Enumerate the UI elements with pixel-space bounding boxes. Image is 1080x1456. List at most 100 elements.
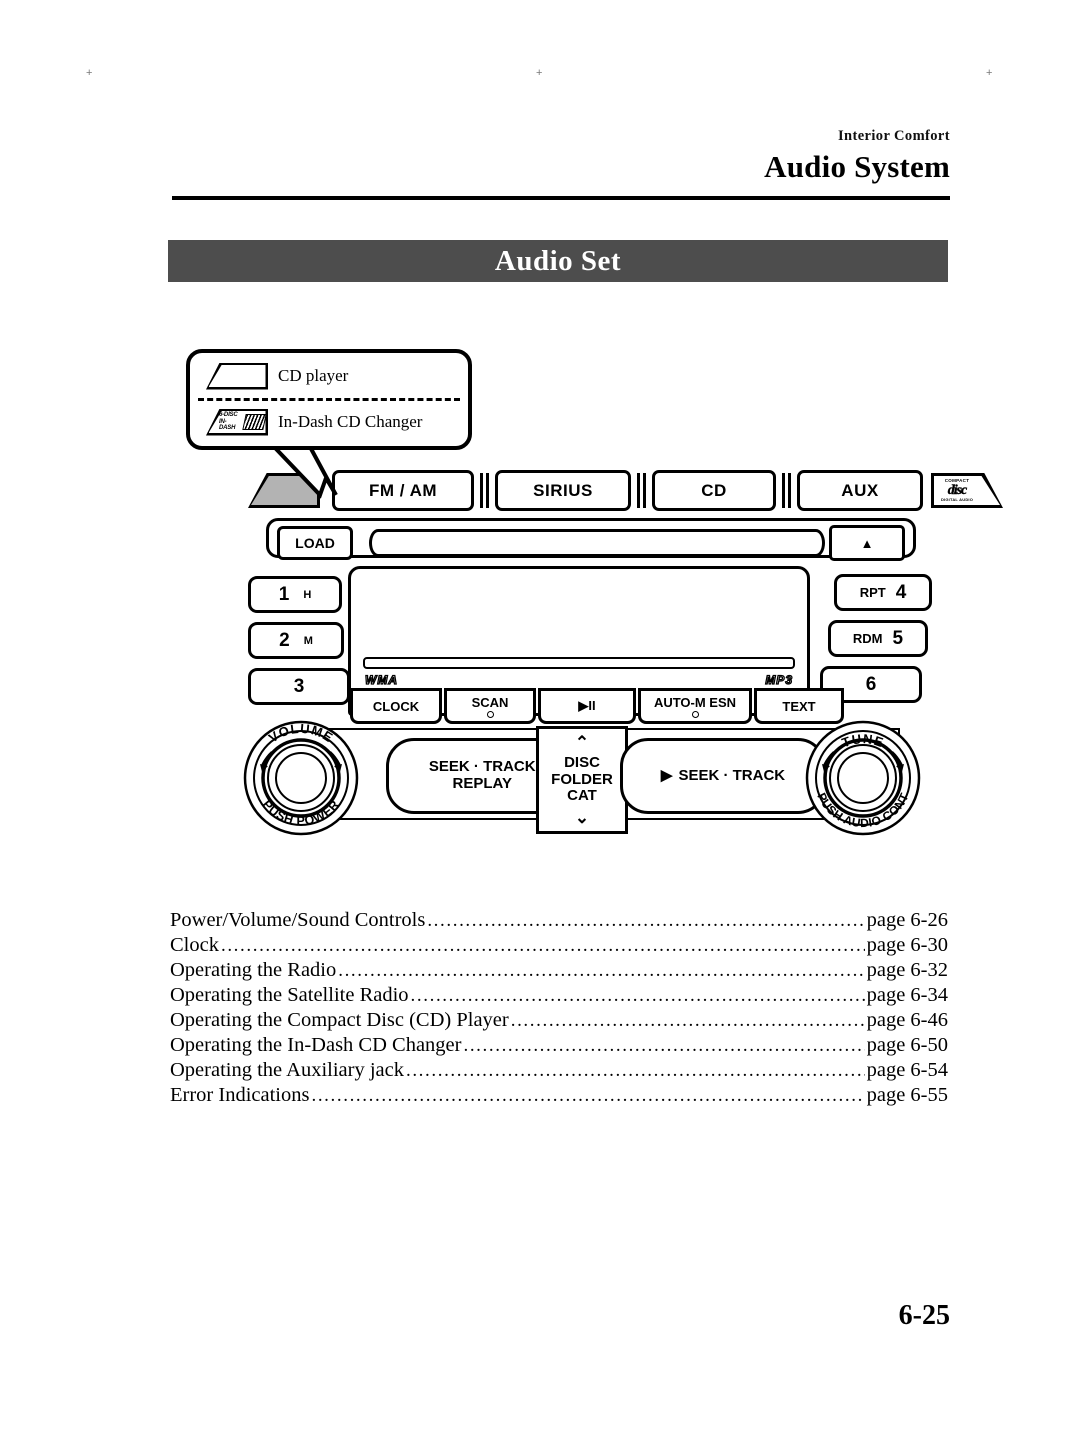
toc-leader: ........................................… bbox=[405, 1060, 865, 1081]
disc-pad-line-disc: DISC bbox=[564, 753, 600, 771]
clock-button-label: CLOCK bbox=[372, 698, 420, 714]
toc-leader: ........................................… bbox=[410, 985, 865, 1006]
load-button-label: LOAD bbox=[295, 535, 335, 551]
disc-pad-up-chevron-icon[interactable]: ⌃ bbox=[575, 733, 589, 752]
clock-button[interactable]: CLOCK bbox=[350, 688, 442, 724]
seek-right-arrow-icon: ▶ bbox=[660, 766, 673, 784]
toc-leader: ........................................… bbox=[427, 910, 865, 931]
scan-indicator-dot bbox=[486, 710, 494, 718]
page-title: Audio System bbox=[764, 149, 950, 184]
disc-pad-line-cat: CAT bbox=[567, 787, 597, 805]
toc-entry-title: Operating the Compact Disc (CD) Player bbox=[170, 1009, 509, 1031]
tune-audio-control-knob[interactable]: TUNE PUSH AUDIO CONT bbox=[804, 708, 922, 838]
eject-button[interactable]: ▲ bbox=[829, 525, 905, 561]
toc-entry-title: Operating the Satellite Radio bbox=[170, 984, 409, 1006]
source-button-cd-label: CD bbox=[701, 480, 727, 500]
source-button-sirius-label: SIRIUS bbox=[533, 480, 593, 500]
cd-player-trapezoid-icon bbox=[206, 362, 268, 390]
preset-5-prefix: RDM bbox=[852, 631, 883, 646]
toc-entry-title: Power/Volume/Sound Controls bbox=[170, 909, 426, 931]
preset-button-4-rpt[interactable]: RPT 4 bbox=[834, 574, 932, 611]
preset-button-1[interactable]: 1 H bbox=[248, 576, 342, 613]
toc-entry[interactable]: Clock ..................................… bbox=[170, 933, 948, 958]
section-contents-list: Power/Volume/Sound Controls ............… bbox=[170, 908, 948, 1108]
play-pause-button[interactable]: ▶II bbox=[538, 688, 636, 724]
compact-disc-logo-icon: COMPACT disc DIGITAL AUDIO bbox=[931, 473, 1003, 508]
source-row-separator-1 bbox=[480, 473, 489, 508]
toc-entry-page: page 6-46 bbox=[866, 1009, 948, 1031]
source-button-aux[interactable]: AUX bbox=[797, 470, 923, 511]
play-pause-icon: ▶II bbox=[578, 698, 596, 713]
seek-left-line1: SEEK · TRACK bbox=[428, 758, 536, 776]
load-button[interactable]: LOAD bbox=[277, 526, 353, 560]
callout-legend: CD player 6-DISC IN-DASH In-Dash CD Chan… bbox=[186, 349, 472, 450]
toc-entry-page: page 6-50 bbox=[866, 1034, 948, 1056]
preset-2-sub: M bbox=[303, 634, 313, 647]
seek-left-line2: REPLAY bbox=[452, 775, 512, 792]
header-rule bbox=[172, 196, 950, 200]
preset-3-number: 3 bbox=[293, 675, 305, 697]
volume-power-knob[interactable]: VOLUME PUSH POWER bbox=[242, 708, 360, 838]
source-row-separator-2 bbox=[637, 473, 646, 508]
in-dash-icon-line2: IN-DASH bbox=[219, 418, 236, 432]
toc-leader: ........................................… bbox=[510, 1010, 865, 1031]
callout-label-in-dash: In-Dash CD Changer bbox=[278, 412, 423, 431]
toc-leader: ........................................… bbox=[463, 1035, 864, 1056]
auto-m-indicator-dot bbox=[691, 710, 699, 718]
section-banner-title: Audio Set bbox=[494, 244, 622, 277]
source-button-sirius[interactable]: SIRIUS bbox=[495, 470, 631, 511]
scan-button[interactable]: SCAN bbox=[444, 688, 536, 724]
toc-entry-title: Error Indications bbox=[170, 1084, 310, 1106]
source-button-cd[interactable]: CD bbox=[652, 470, 776, 511]
preset-button-2[interactable]: 2 M bbox=[248, 622, 344, 659]
cd-logo-mark: disc bbox=[947, 482, 968, 498]
preset-button-3[interactable]: 3 bbox=[248, 668, 350, 705]
toc-entry-title: Clock bbox=[170, 934, 219, 956]
preset-4-number: 4 bbox=[895, 581, 907, 603]
audio-unit-diagram: FM / AM SIRIUS CD AUX COMPACT disc DIGIT… bbox=[243, 470, 1003, 850]
toc-entry-page: page 6-26 bbox=[866, 909, 948, 931]
toc-entry[interactable]: Error Indications ......................… bbox=[170, 1083, 948, 1108]
format-logo-wma: WMA bbox=[364, 672, 398, 687]
page-number: 6-25 bbox=[898, 1300, 950, 1331]
header-kicker: Interior Comfort bbox=[837, 128, 950, 144]
preset-button-5-rdm[interactable]: RDM 5 bbox=[828, 620, 928, 657]
6-disc-in-dash-icon: 6-DISC IN-DASH bbox=[206, 408, 268, 436]
seek-right-label: SEEK · TRACK bbox=[678, 766, 786, 784]
disc-folder-cat-pad[interactable]: ⌃ DISC FOLDER CAT ⌄ bbox=[536, 726, 628, 834]
cd-logo-bottom: DIGITAL AUDIO bbox=[940, 496, 974, 502]
toc-entry-page: page 6-32 bbox=[866, 959, 948, 981]
preset-5-number: 5 bbox=[892, 627, 904, 649]
crop-mark-left: + bbox=[86, 67, 93, 79]
auto-m-esn-button[interactable]: AUTO-M ESN bbox=[638, 688, 752, 724]
seek-track-forward-button[interactable]: ▶ SEEK · TRACK bbox=[620, 738, 826, 814]
toc-entry-title: Operating the In-Dash CD Changer bbox=[170, 1034, 462, 1056]
in-dash-icon-bars bbox=[242, 414, 267, 430]
disc-load-row: LOAD ▲ bbox=[266, 518, 916, 561]
disc-insert-slot[interactable] bbox=[369, 529, 825, 557]
scan-button-label: SCAN bbox=[471, 694, 509, 710]
callout-row-cd-player: CD player bbox=[190, 353, 468, 399]
toc-entry[interactable]: Power/Volume/Sound Controls ............… bbox=[170, 908, 948, 933]
toc-entry[interactable]: Operating the Compact Disc (CD) Player .… bbox=[170, 1008, 948, 1033]
eject-icon: ▲ bbox=[860, 535, 874, 551]
toc-entry-title: Operating the Radio bbox=[170, 959, 337, 981]
toc-entry[interactable]: Operating the Radio ....................… bbox=[170, 958, 948, 983]
toc-entry[interactable]: Operating the Auxiliary jack ...........… bbox=[170, 1058, 948, 1083]
callout-label-cd-player: CD player bbox=[278, 366, 349, 385]
page-header: Interior Comfort Audio System bbox=[764, 128, 950, 185]
preset-4-prefix: RPT bbox=[859, 585, 886, 600]
toc-leader: ........................................… bbox=[220, 935, 865, 956]
preset-6-number: 6 bbox=[865, 673, 877, 695]
disc-pad-line-folder: FOLDER bbox=[551, 770, 613, 788]
callout-row-in-dash: 6-DISC IN-DASH In-Dash CD Changer bbox=[190, 399, 468, 445]
toc-entry[interactable]: Operating the Satellite Radio ..........… bbox=[170, 983, 948, 1008]
toc-entry[interactable]: Operating the In-Dash CD Changer .......… bbox=[170, 1033, 948, 1058]
source-button-aux-label: AUX bbox=[841, 480, 879, 500]
disc-pad-down-chevron-icon[interactable]: ⌄ bbox=[575, 808, 589, 827]
crop-mark-right: + bbox=[986, 67, 993, 79]
manual-page: + + + Interior Comfort Audio System Audi… bbox=[0, 0, 1080, 1456]
toc-leader: ........................................… bbox=[338, 960, 865, 981]
auto-m-esn-label: AUTO-M ESN bbox=[653, 694, 737, 710]
crop-mark-center: + bbox=[536, 67, 543, 79]
